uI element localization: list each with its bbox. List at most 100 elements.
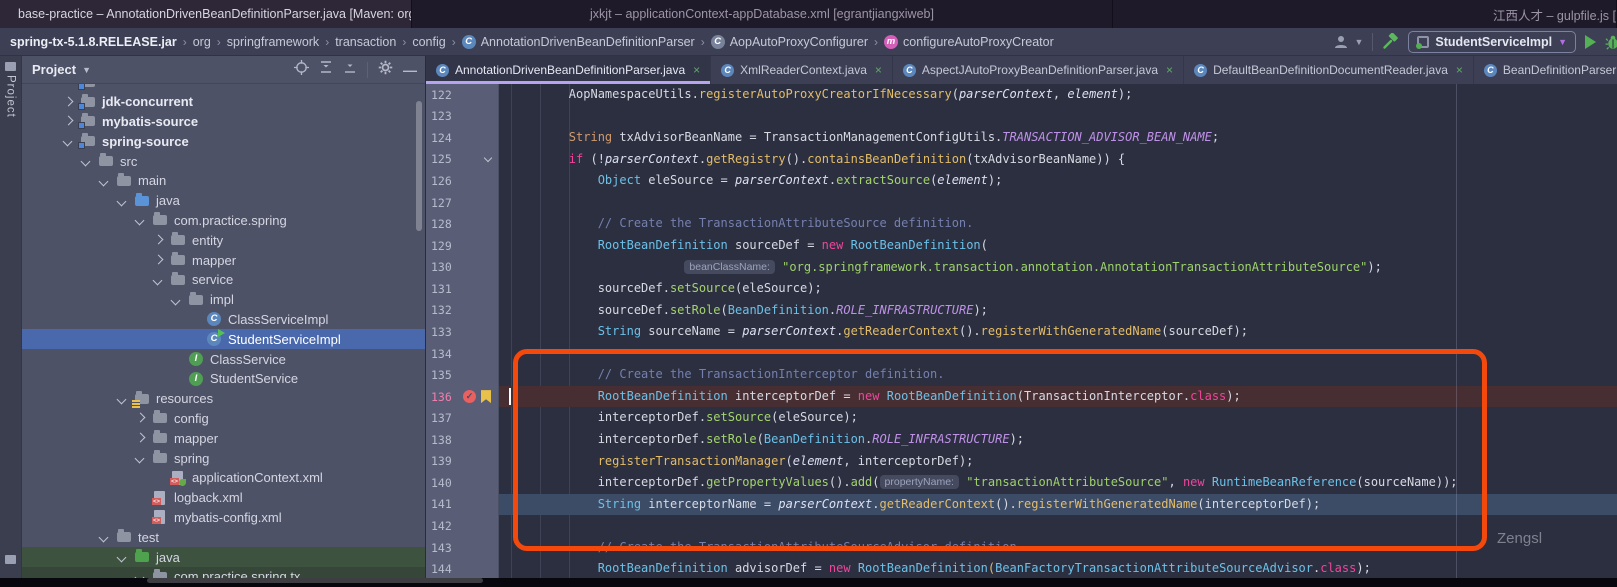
breadcrumb-item[interactable]: mconfigureAutoProxyCreator	[884, 35, 1054, 49]
code-line-141[interactable]: 141 String interceptorName = parserConte…	[426, 494, 1617, 516]
tree-chevron-icon[interactable]	[172, 296, 180, 304]
code-line-125[interactable]: 125 if (!parserContext.getRegistry().con…	[426, 149, 1617, 171]
gutter-line-133[interactable]: 133	[426, 321, 499, 343]
gutter-line-135[interactable]: 135	[426, 364, 499, 386]
tree-chevron-icon[interactable]	[100, 533, 108, 541]
tree-item-mybatis-source[interactable]: mybatis-source	[22, 112, 425, 132]
tab-close-icon[interactable]: ×	[1166, 63, 1173, 77]
tree-chevron-icon[interactable]	[118, 395, 126, 403]
gutter-line-136[interactable]: 136✓	[426, 386, 499, 408]
tree-item-impl[interactable]: impl	[22, 290, 425, 310]
tree-item-resources[interactable]: resources	[22, 389, 425, 409]
tree-item-java[interactable]: java	[22, 191, 425, 211]
project-stripe-label[interactable]: Project	[5, 75, 17, 118]
code-line-131[interactable]: 131 sourceDef.setSource(eleSource);	[426, 278, 1617, 300]
run-button[interactable]	[1585, 35, 1596, 49]
breakpoint-icon[interactable]: ✓	[463, 390, 476, 403]
gutter-line-129[interactable]: 129	[426, 235, 499, 257]
gutter-line-125[interactable]: 125	[426, 149, 499, 171]
code-line-140[interactable]: 140 interceptorDef.getPropertyValues().a…	[426, 472, 1617, 494]
code-line-124[interactable]: 124 String txAdvisorBeanName = Transacti…	[426, 127, 1617, 149]
tree-item-config[interactable]: config	[22, 409, 425, 429]
locate-file-icon[interactable]	[294, 60, 309, 80]
gutter-line-124[interactable]: 124	[426, 127, 499, 149]
gutter-line-132[interactable]: 132	[426, 300, 499, 322]
tree-item-src[interactable]: src	[22, 151, 425, 171]
settings-gear-icon[interactable]	[378, 60, 393, 80]
gutter-line-127[interactable]: 127	[426, 192, 499, 214]
code-line-138[interactable]: 138 interceptorDef.setRole(BeanDefinitio…	[426, 429, 1617, 451]
tree-item-classservice[interactable]: IClassService	[22, 349, 425, 369]
tree-chevron-icon[interactable]	[64, 137, 72, 145]
tree-chevron-icon[interactable]	[136, 454, 144, 462]
gutter-line-140[interactable]: 140	[426, 472, 499, 494]
code-line-128[interactable]: 128 // Create the TransactionAttributeSo…	[426, 213, 1617, 235]
editor-tab-4[interactable]: CDefaultBeanDefinitionDocumentReader.jav…	[1184, 56, 1474, 84]
hide-panel-icon[interactable]: —	[403, 65, 417, 75]
code-line-132[interactable]: 132 sourceDef.setRole(BeanDefinition.ROL…	[426, 300, 1617, 322]
code-line-143[interactable]: 143 // Create the TransactionAttributeSo…	[426, 537, 1617, 559]
tree-item-service[interactable]: service	[22, 270, 425, 290]
project-panel-title[interactable]: Project	[32, 62, 76, 77]
user-dropdown-caret[interactable]: ▼	[1354, 37, 1363, 47]
tree-item-main[interactable]: main	[22, 171, 425, 191]
code-line-137[interactable]: 137 interceptorDef.setSource(eleSource);	[426, 407, 1617, 429]
breadcrumb-item[interactable]: springframework	[227, 35, 319, 49]
tree-chevron-icon[interactable]	[100, 177, 108, 185]
run-configuration-select[interactable]: StudentServiceImpl ▼	[1408, 31, 1576, 53]
tree-item-jdk-concurrent[interactable]: jdk-concurrent	[22, 92, 425, 112]
bookmark-icon[interactable]	[481, 390, 491, 403]
tree-item-mapper[interactable]: mapper	[22, 250, 425, 270]
breadcrumb-item[interactable]: config	[412, 35, 445, 49]
breadcrumb-item[interactable]: CAopAutoProxyConfigurer	[711, 35, 868, 49]
project-stripe-icon[interactable]	[5, 62, 16, 71]
code-line-123[interactable]: 123	[426, 106, 1617, 128]
tree-item-clipped[interactable]	[22, 84, 425, 92]
project-view-caret-icon[interactable]: ▼	[82, 65, 91, 75]
tree-item-com-practice-spring-tx[interactable]: com.practice.spring.tx	[22, 567, 425, 578]
tree-item-logback-xml[interactable]: <>logback.xml	[22, 488, 425, 508]
fold-arrow-icon[interactable]	[485, 155, 492, 162]
tree-chevron-icon[interactable]	[64, 117, 72, 125]
tree-item-com-practice-spring[interactable]: com.practice.spring	[22, 211, 425, 231]
collapse-all-icon[interactable]	[343, 60, 357, 79]
tree-chevron-icon[interactable]	[118, 197, 126, 205]
tree-chevron-icon[interactable]	[136, 434, 144, 442]
gutter-line-142[interactable]: 142	[426, 515, 499, 537]
gutter-line-128[interactable]: 128	[426, 213, 499, 235]
breadcrumb-item[interactable]: org	[193, 35, 211, 49]
window-tab-2[interactable]: jxkjt – applicationContext-appDatabase.x…	[412, 0, 1113, 28]
tree-item-mybatis-config-xml[interactable]: <>mybatis-config.xml	[22, 508, 425, 528]
user-icon[interactable]	[1333, 34, 1349, 50]
tree-item-test[interactable]: test	[22, 527, 425, 547]
tree-chevron-icon[interactable]	[82, 157, 90, 165]
tree-item-mapper[interactable]: mapper	[22, 428, 425, 448]
code-line-142[interactable]: 142	[426, 515, 1617, 537]
gutter-line-141[interactable]: 141	[426, 494, 499, 516]
breadcrumb-item[interactable]: CAnnotationDrivenBeanDefinitionParser	[462, 35, 695, 49]
tree-chevron-icon[interactable]	[154, 276, 162, 284]
code-line-126[interactable]: 126 Object eleSource = parserContext.ext…	[426, 170, 1617, 192]
code-line-136[interactable]: 136✓ RootBeanDefinition interceptorDef =…	[426, 386, 1617, 408]
tab-close-icon[interactable]: ×	[693, 63, 700, 77]
code-line-134[interactable]: 134	[426, 343, 1617, 365]
code-line-144[interactable]: 144 RootBeanDefinition advisorDef = new …	[426, 558, 1617, 578]
code-line-129[interactable]: 129 RootBeanDefinition sourceDef = new R…	[426, 235, 1617, 257]
code-line-130[interactable]: 130 beanClassName: "org.springframework.…	[426, 257, 1617, 279]
tree-item-applicationcontext-xml[interactable]: <>applicationContext.xml	[22, 468, 425, 488]
gutter-line-130[interactable]: 130	[426, 257, 499, 279]
tree-item-studentservice[interactable]: IStudentService	[22, 369, 425, 389]
editor-tab-2[interactable]: CXmlReaderContext.java×	[711, 56, 893, 84]
window-tab-1[interactable]: base-practice – AnnotationDrivenBeanDefi…	[0, 0, 412, 28]
breadcrumb-item[interactable]: transaction	[335, 35, 396, 49]
editor-tab-5[interactable]: CBeanDefinitionParserDelegate.java×	[1474, 56, 1617, 84]
gutter-line-122[interactable]: 122	[426, 84, 499, 106]
gutter-line-131[interactable]: 131	[426, 278, 499, 300]
debug-bug-icon[interactable]	[1605, 34, 1617, 50]
gutter-line-134[interactable]: 134	[426, 343, 499, 365]
tree-scrollbar[interactable]	[416, 101, 422, 231]
expand-all-icon[interactable]	[319, 60, 333, 79]
gutter-line-143[interactable]: 143	[426, 537, 499, 559]
tree-item-java[interactable]: java	[22, 547, 425, 567]
tree-chevron-icon[interactable]	[154, 256, 162, 264]
